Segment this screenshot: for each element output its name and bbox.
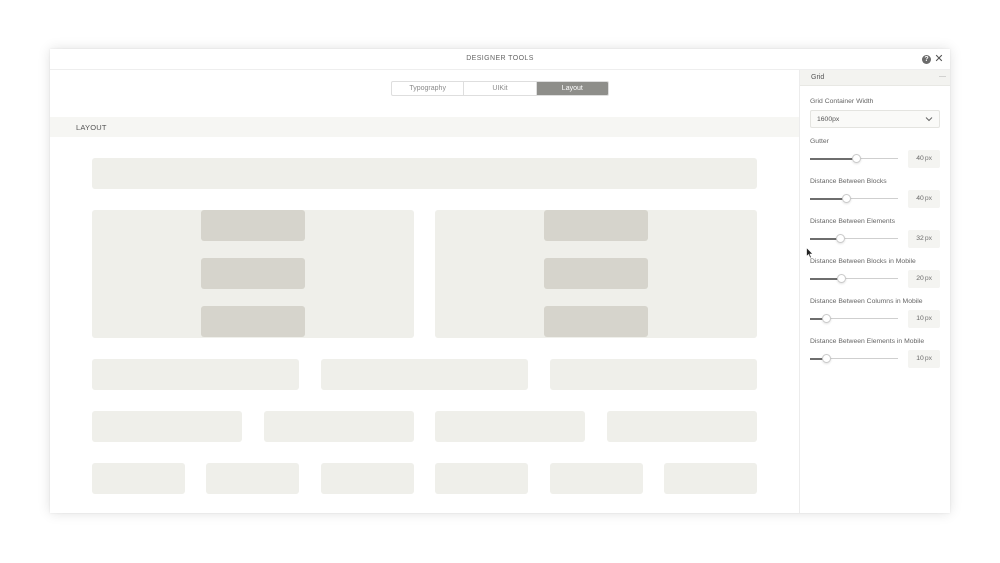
distance-between-blocks-value: 40 [916, 195, 924, 202]
sixth-column-block [435, 463, 528, 494]
designer-tools-modal: DESIGNER TOOLS ? ✕ Typography UIKit Layo… [50, 49, 950, 513]
sixth-column-block [206, 463, 299, 494]
distance-between-columns-mobile-slider[interactable] [810, 314, 898, 324]
gutter-slider[interactable] [810, 154, 898, 164]
distance-between-elements-mobile-label: Distance Between Elements in Mobile [810, 338, 925, 345]
slider-fill [810, 157, 857, 160]
slider-thumb[interactable] [837, 274, 847, 283]
distance-between-columns-mobile-value: 10 [916, 315, 924, 322]
slider-thumb[interactable] [852, 154, 862, 163]
sixth-column-block [321, 463, 414, 494]
grid-settings-panel: Grid — Grid Container Width 1600px Gutte… [799, 70, 950, 513]
quarter-column-block [607, 411, 757, 442]
mouse-cursor-icon [806, 247, 814, 259]
distance-between-blocks-slider[interactable] [810, 194, 898, 204]
gutter-input[interactable]: 40px [908, 150, 940, 168]
distance-between-elements-slider[interactable] [810, 234, 898, 244]
distance-between-columns-mobile-input[interactable]: 10px [908, 310, 940, 328]
slider-thumb[interactable] [842, 194, 852, 203]
sixth-column-block [92, 463, 185, 494]
chevron-down-icon [925, 117, 933, 122]
distance-between-elements-input[interactable]: 32px [908, 230, 940, 248]
quarter-column-block [92, 411, 242, 442]
section-label: LAYOUT [76, 123, 107, 132]
distance-between-blocks-unit: px [924, 195, 932, 202]
inner-block [201, 306, 305, 337]
grid-container-width-label: Grid Container Width [810, 98, 874, 105]
third-column-block [321, 359, 528, 390]
distance-between-elements-value: 32 [916, 235, 924, 242]
third-column-block [550, 359, 757, 390]
distance-between-blocks-mobile-label: Distance Between Blocks in Mobile [810, 258, 916, 265]
inner-block [544, 258, 648, 289]
window-title: DESIGNER TOOLS [466, 55, 534, 62]
slider-thumb[interactable] [822, 354, 832, 363]
distance-between-columns-mobile-unit: px [924, 315, 932, 322]
distance-between-elements-mobile-input[interactable]: 10px [908, 350, 940, 368]
distance-between-elements-mobile-unit: px [924, 355, 932, 362]
third-column-block [92, 359, 299, 390]
slider-thumb[interactable] [822, 314, 832, 323]
inner-block [201, 258, 305, 289]
distance-between-columns-mobile-label: Distance Between Columns in Mobile [810, 298, 923, 305]
inner-block [544, 306, 648, 337]
inner-block [201, 210, 305, 241]
close-icon[interactable]: ✕ [934, 53, 944, 65]
sixth-column-block [664, 463, 757, 494]
distance-between-blocks-input[interactable]: 40px [908, 190, 940, 208]
distance-between-elements-mobile-value: 10 [916, 355, 924, 362]
grid-container-width-select[interactable]: 1600px [810, 110, 940, 128]
tab-uikit[interactable]: UIKit [464, 82, 537, 95]
distance-between-blocks-mobile-slider[interactable] [810, 274, 898, 284]
distance-between-elements-mobile-slider[interactable] [810, 354, 898, 364]
gutter-unit: px [924, 155, 932, 162]
quarter-column-block [264, 411, 414, 442]
layout-section-bar: LAYOUT [50, 117, 799, 137]
distance-between-blocks-mobile-input[interactable]: 20px [908, 270, 940, 288]
slider-fill [810, 197, 847, 200]
titlebar: DESIGNER TOOLS ? ✕ [50, 49, 950, 70]
tab-bar: Typography UIKit Layout [391, 81, 609, 96]
tab-layout[interactable]: Layout [536, 82, 608, 95]
distance-between-elements-unit: px [924, 235, 932, 242]
half-column-block-left [92, 210, 414, 338]
distance-between-blocks-mobile-value: 20 [916, 275, 924, 282]
help-icon[interactable]: ? [922, 55, 931, 64]
quarter-column-block [435, 411, 585, 442]
gutter-value: 40 [916, 155, 924, 162]
gutter-label: Gutter [810, 138, 829, 145]
distance-between-blocks-mobile-unit: px [924, 275, 932, 282]
distance-between-elements-label: Distance Between Elements [810, 218, 896, 225]
inner-block [544, 210, 648, 241]
distance-between-blocks-label: Distance Between Blocks [810, 178, 887, 185]
sixth-column-block [550, 463, 643, 494]
tab-typography[interactable]: Typography [392, 82, 465, 95]
slider-thumb[interactable] [836, 234, 846, 243]
panel-title: Grid [811, 74, 825, 81]
grid-container-width-value: 1600px [817, 116, 840, 123]
half-column-block-right [435, 210, 757, 338]
collapse-icon[interactable]: — [939, 73, 946, 80]
panel-header[interactable]: Grid — [800, 70, 950, 86]
full-width-block [92, 158, 757, 189]
